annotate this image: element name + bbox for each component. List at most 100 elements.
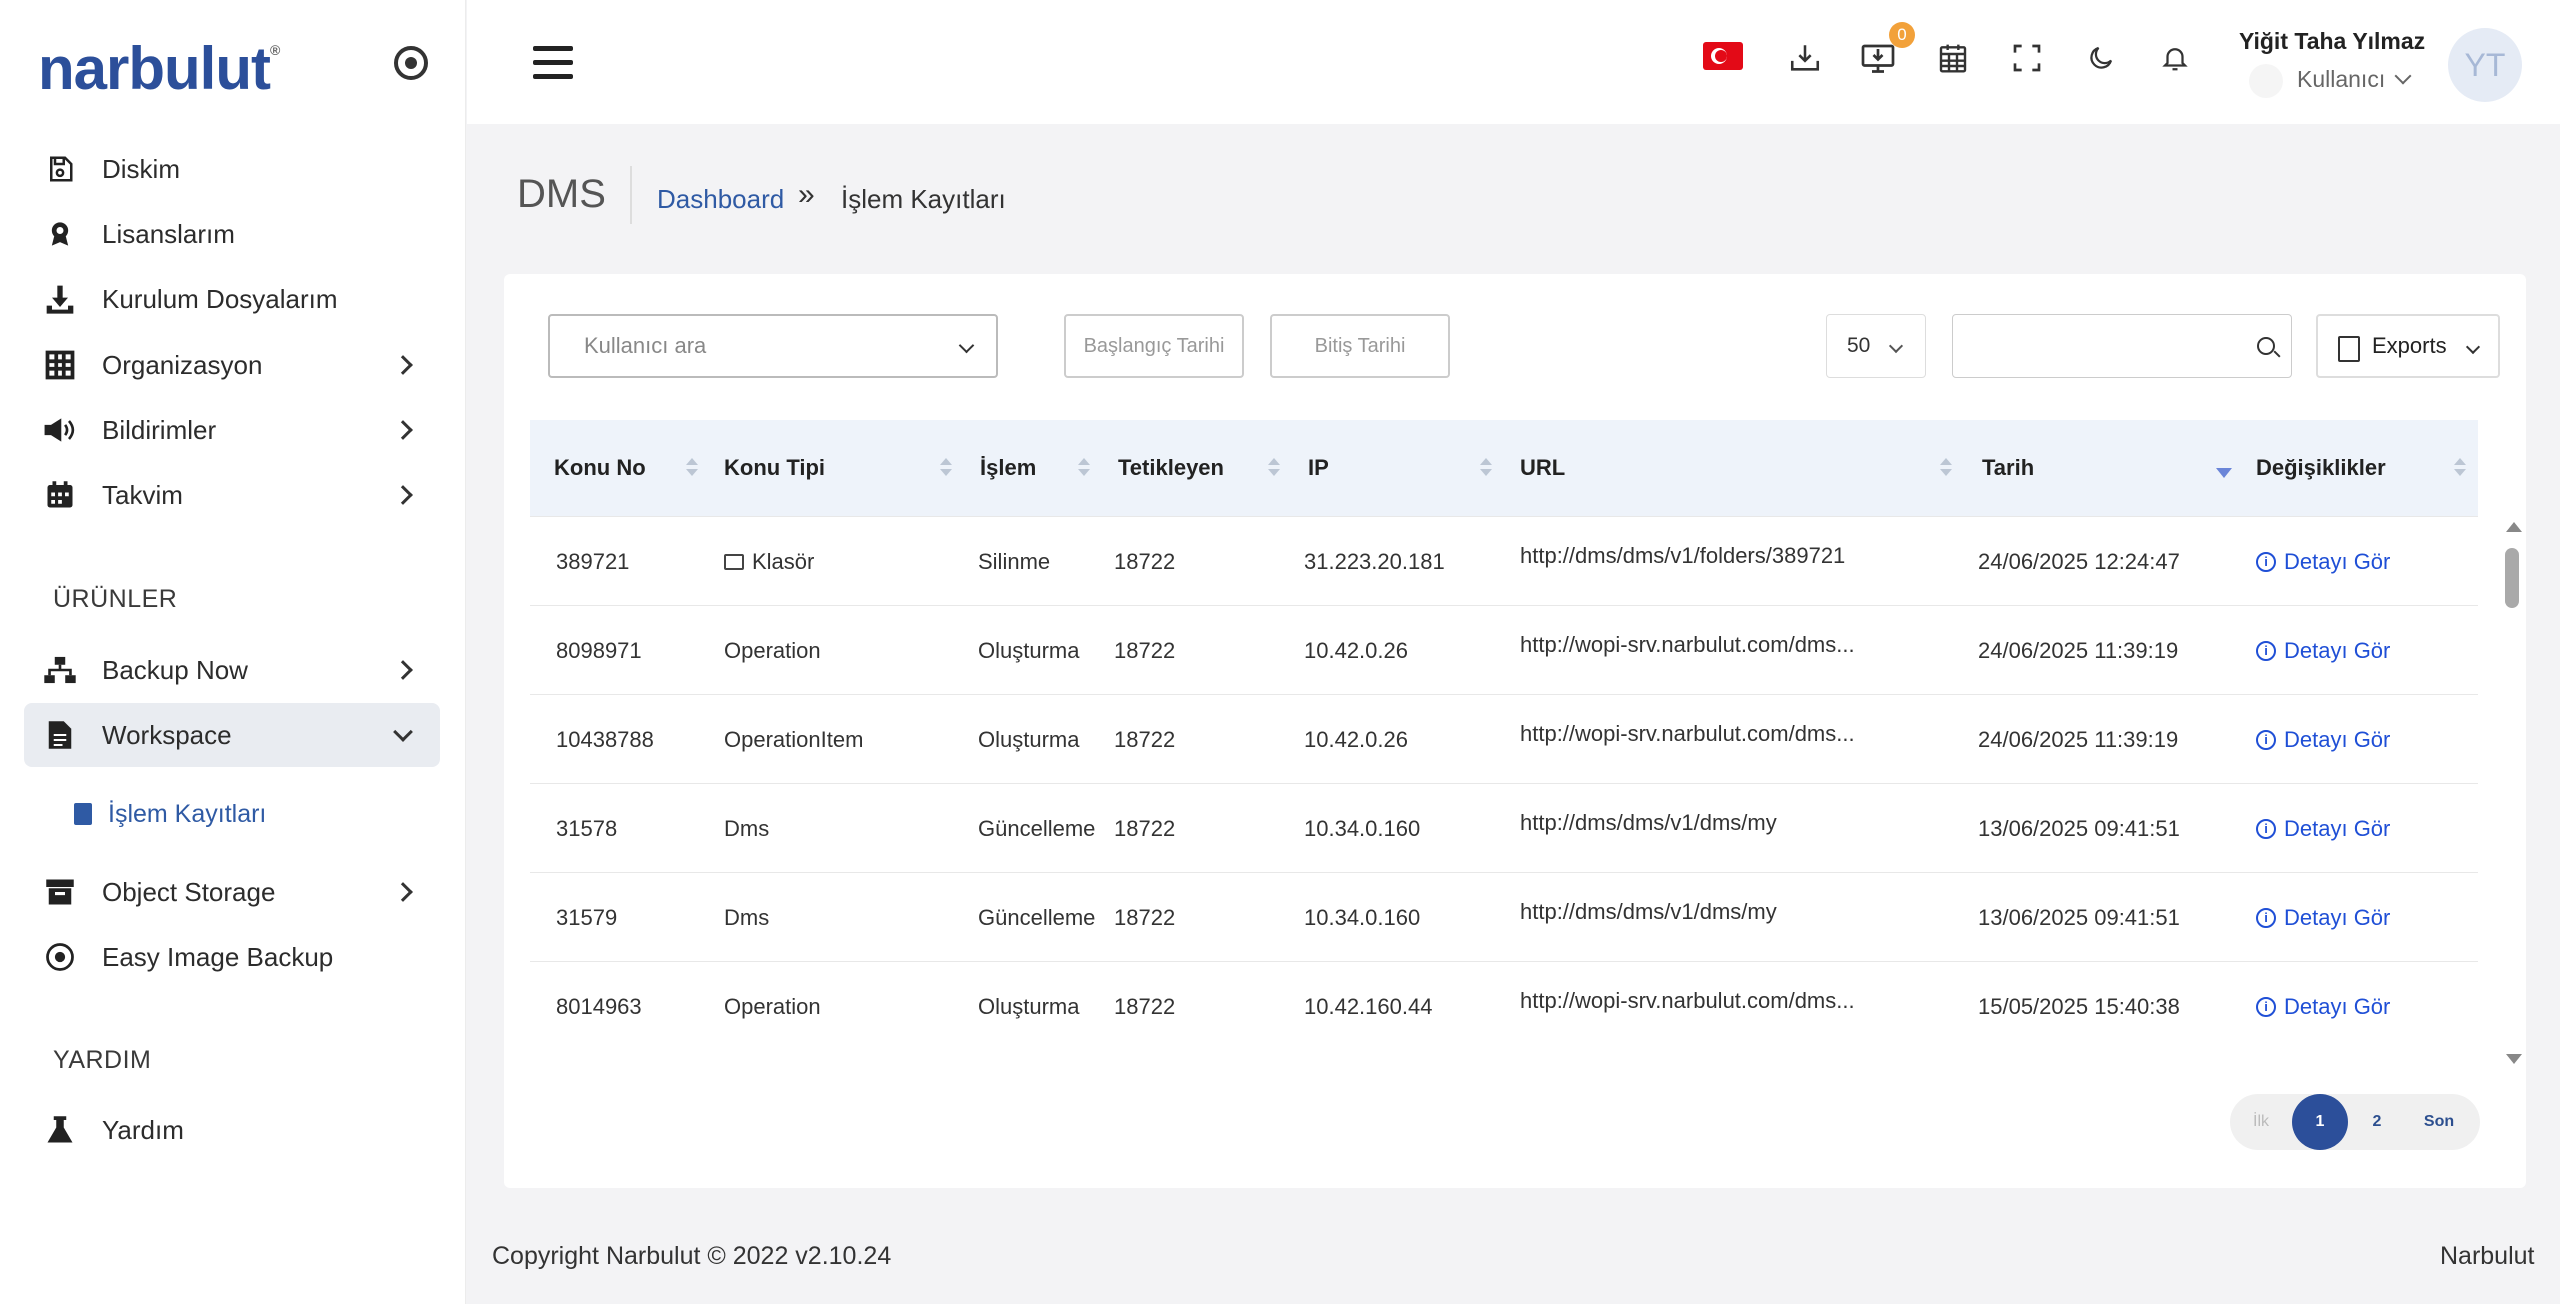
sidebar-item-bildirimler[interactable]: Bildirimler <box>24 398 440 462</box>
sidebar-item-backup-now[interactable]: Backup Now <box>24 638 440 702</box>
cell-date: 13/06/2025 09:41:51 <box>1978 784 2180 873</box>
sidebar-subitem-islem-kayitlari[interactable]: İşlem Kayıtları <box>74 792 266 836</box>
user-role-dropdown[interactable]: Kullanıcı <box>2297 66 2385 93</box>
brand-logo[interactable]: narbulut® <box>38 34 280 103</box>
table-row: 389721 Klasör Silinme 18722 31.223.20.181 htt… <box>530 516 2478 606</box>
disc-icon <box>42 939 78 975</box>
table-row: 31578 Dms Güncelleme 18722 10.34.0.160 http:/… <box>530 783 2478 873</box>
column-header-url[interactable]: URL <box>1520 420 1565 516</box>
cell-trigger: 18722 <box>1114 695 1175 784</box>
user-search-select[interactable]: Kullanıcı ara <box>548 314 998 378</box>
detail-link[interactable]: i Detayı Gör <box>2256 962 2390 1051</box>
cell-text: 18722 <box>1114 815 1176 841</box>
start-date-input[interactable]: Başlangıç Tarihi <box>1064 314 1244 378</box>
cell-date: 24/06/2025 12:24:47 <box>1978 517 2180 606</box>
sidebar-item-lisanslarim[interactable]: Lisanslarım <box>24 202 440 266</box>
detail-link[interactable]: i Detayı Gör <box>2256 873 2390 962</box>
pagination-page-1[interactable]: 1 <box>2292 1094 2348 1150</box>
archive-icon <box>42 874 78 910</box>
chevron-right-icon <box>393 485 413 505</box>
scroll-down-icon[interactable] <box>2506 1054 2522 1064</box>
dark-mode-icon[interactable] <box>2081 38 2121 78</box>
detail-link[interactable]: i Detayı Gör <box>2256 784 2390 873</box>
cell-action: Oluşturma <box>978 606 1079 695</box>
column-header-islem[interactable]: İşlem <box>980 420 1036 516</box>
cell-text: Dms <box>724 815 770 841</box>
column-header-konu-tipi[interactable]: Konu Tipi <box>724 420 825 516</box>
sidebar-item-label: Workspace <box>102 719 232 750</box>
exports-button[interactable]: Exports <box>2316 314 2500 378</box>
page-title: DMS <box>517 172 606 216</box>
per-page-select[interactable]: 50 <box>1826 314 1926 378</box>
download-tray-icon[interactable] <box>1785 38 1825 78</box>
cell-trigger: 18722 <box>1114 784 1175 873</box>
sidebar-item-label: Takvim <box>102 479 183 510</box>
scroll-up-icon[interactable] <box>2506 522 2522 532</box>
cell-type: Dms <box>724 784 769 873</box>
chevron-right-icon <box>393 420 413 440</box>
logs-table: Konu No Konu Tipi İşlem Tetikleyen IP UR… <box>530 420 2478 1074</box>
cell-text: 10.42.0.26 <box>1304 726 1408 752</box>
calendar-icon <box>42 477 78 513</box>
detail-link[interactable]: i Detayı Gör <box>2256 517 2390 606</box>
cell-text: 13/06/2025 09:41:51 <box>1978 815 2180 841</box>
cell-ip: 31.223.20.181 <box>1304 517 1445 606</box>
sidebar-item-yardim[interactable]: Yardım <box>24 1098 440 1162</box>
sidebar-item-workspace[interactable]: Workspace <box>24 703 440 767</box>
cell-date: 15/05/2025 15:40:38 <box>1978 962 2180 1051</box>
search-icon[interactable] <box>2257 337 2275 355</box>
menu-icon[interactable] <box>533 46 573 80</box>
avatar[interactable]: YT <box>2448 28 2522 102</box>
cell-text: 8098971 <box>556 637 642 663</box>
column-header-tarih[interactable]: Tarih <box>1982 420 2034 516</box>
cell-text: 31.223.20.181 <box>1304 548 1445 574</box>
pagination-last[interactable]: Son <box>2406 1113 2472 1131</box>
sidebar-item-kurulum[interactable]: Kurulum Dosyalarım <box>24 267 440 331</box>
table-scrollbar[interactable] <box>2502 518 2522 1070</box>
detail-link[interactable]: i Detayı Gör <box>2256 695 2390 784</box>
sidebar-item-organizasyon[interactable]: Organizasyon <box>24 333 440 397</box>
sidebar-item-label: Object Storage <box>102 876 276 907</box>
notification-count-badge: 0 <box>1889 22 1915 48</box>
cell-ip: 10.34.0.160 <box>1304 873 1420 962</box>
breadcrumb-dashboard-link[interactable]: Dashboard <box>657 184 784 215</box>
column-header-ip[interactable]: IP <box>1308 420 1329 516</box>
cell-url: http://dms/dms/v1/dms/my <box>1520 873 1777 962</box>
sidebar-item-takvim[interactable]: Takvim <box>24 463 440 527</box>
logs-card: Kullanıcı ara Başlangıç Tarihi Bitiş Tar… <box>504 274 2526 1188</box>
calendar-icon[interactable] <box>1933 38 1973 78</box>
turkey-flag-icon[interactable] <box>1703 42 1743 70</box>
cell-url: http://wopi-srv.narbulut.com/dms... <box>1520 962 1855 1051</box>
info-icon: i <box>2256 996 2276 1017</box>
chevron-down-icon[interactable] <box>2394 67 2412 85</box>
column-header-konu-no[interactable]: Konu No <box>554 420 646 516</box>
sidebar-item-easy-image-backup[interactable]: Easy Image Backup <box>24 925 440 989</box>
cell-no: 8014963 <box>556 962 642 1051</box>
fullscreen-icon[interactable] <box>2007 38 2047 78</box>
sidebar-toggle-icon[interactable] <box>394 46 428 80</box>
user-search-placeholder: Kullanıcı ara <box>584 333 707 358</box>
sort-desc-icon[interactable] <box>2216 468 2232 478</box>
table-search-input[interactable] <box>1952 314 2292 378</box>
user-name[interactable]: Yiğit Taha Yılmaz <box>2239 28 2425 55</box>
exports-label: Exports <box>2372 333 2447 358</box>
cell-action: Güncelleme <box>978 873 1095 962</box>
cell-type: OperationItem <box>724 695 863 784</box>
column-header-degisiklikler[interactable]: Değişiklikler <box>2256 420 2386 516</box>
pagination-page-2[interactable]: 2 <box>2348 1113 2406 1131</box>
pagination-first[interactable]: İlk <box>2230 1113 2292 1131</box>
cell-url: http://dms/dms/v1/folders/389721 <box>1520 517 1845 606</box>
sitemap-icon <box>42 652 78 688</box>
scrollbar-thumb[interactable] <box>2505 548 2519 608</box>
file-icon <box>42 717 78 753</box>
end-date-input[interactable]: Bitiş Tarihi <box>1270 314 1450 378</box>
sidebar-item-object-storage[interactable]: Object Storage <box>24 860 440 924</box>
table-row: 31579 Dms Güncelleme 18722 10.34.0.160 http:/… <box>530 872 2478 962</box>
cell-trigger: 18722 <box>1114 873 1175 962</box>
detail-link[interactable]: i Detayı Gör <box>2256 606 2390 695</box>
sidebar-item-diskim[interactable]: Diskim <box>24 137 440 201</box>
column-header-tetikleyen[interactable]: Tetikleyen <box>1118 420 1224 516</box>
chevron-down-icon <box>1888 338 1904 354</box>
bell-icon[interactable] <box>2155 38 2195 78</box>
grid-icon <box>42 347 78 383</box>
